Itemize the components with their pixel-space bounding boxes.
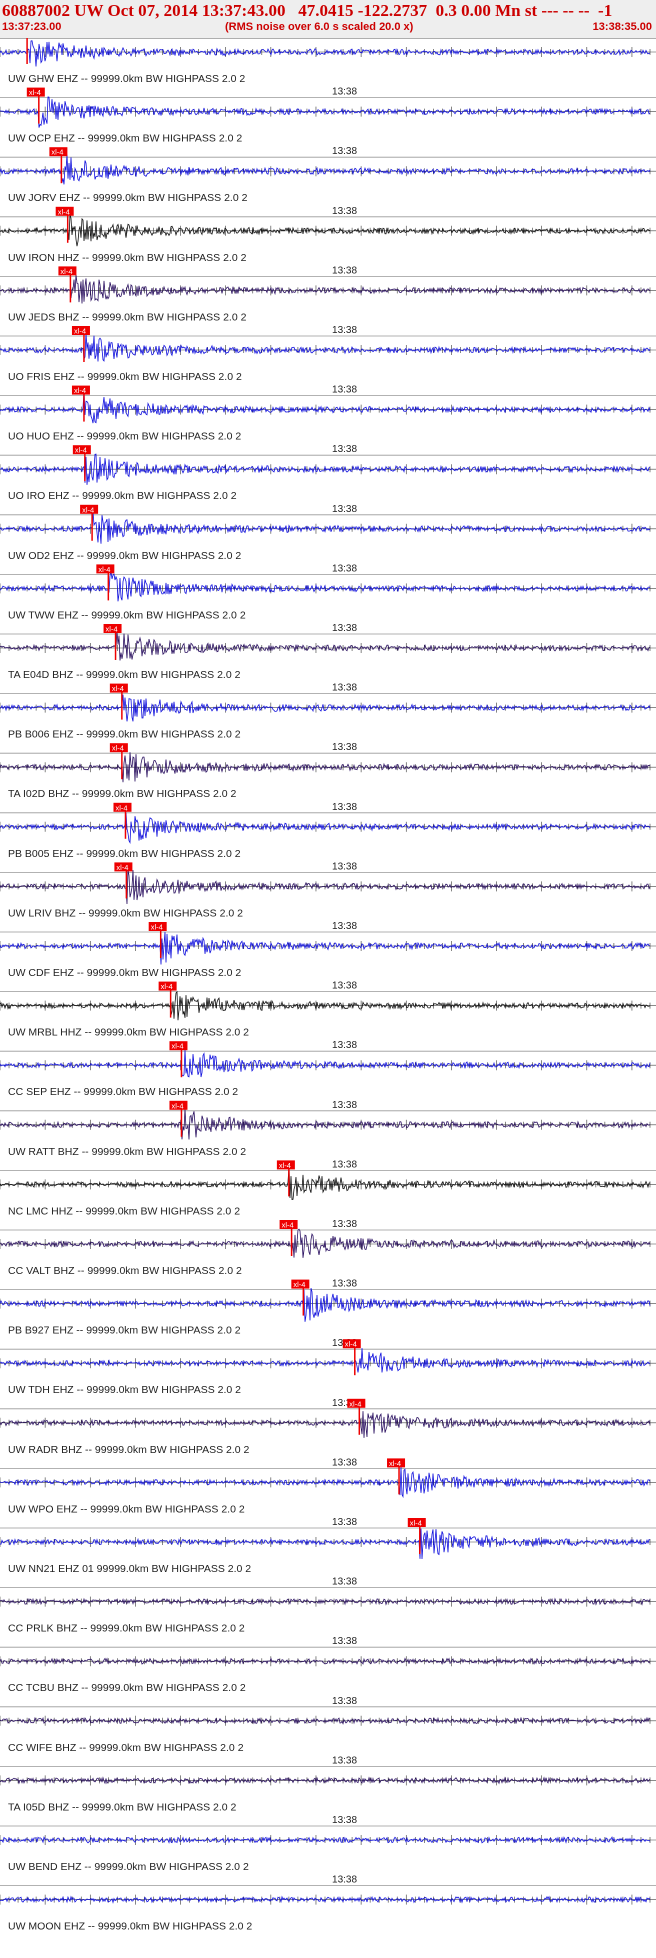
station-label: CC VALT BHZ -- 99999.0km BW HIGHPASS 2.0…: [8, 1265, 242, 1277]
minute-label: 13:38: [332, 861, 357, 872]
station-label: UW JEDS BHZ -- 99999.0km BW HIGHPASS 2.0…: [8, 311, 247, 323]
station-label: UW BEND EHZ -- 99999.0km BW HIGHPASS 2.0…: [8, 1861, 249, 1873]
minute-label: 13:38: [332, 563, 357, 574]
minute-label: 13:38: [332, 1219, 357, 1230]
pick-label: xl-4: [106, 625, 118, 634]
station-label: TA E04D BHZ -- 99999.0km BW HIGHPASS 2.0…: [8, 669, 241, 681]
pick-label: xl-4: [112, 684, 124, 693]
minute-label: 13:38: [332, 1636, 357, 1647]
minute-label: 13:38: [332, 1100, 357, 1111]
minute-label: 13:38: [332, 87, 357, 98]
station-label: CC TCBU BHZ -- 99999.0km BW HIGHPASS 2.0…: [8, 1682, 246, 1694]
pick-label: xl-4: [60, 267, 72, 276]
minute-label: 13:38: [332, 921, 357, 932]
minute-label: 13:38: [332, 623, 357, 634]
station-label: UW OD2 EHZ -- 99999.0km BW HIGHPASS 2.0 …: [8, 550, 241, 562]
station-label: UW MRBL HHZ -- 99999.0km BW HIGHPASS 2.0…: [8, 1027, 249, 1039]
pick-label: xl-4: [171, 1101, 183, 1110]
station-label: UO HUO EHZ -- 99999.0km BW HIGHPASS 2.0 …: [8, 431, 241, 443]
minute-label: 13:38: [332, 1577, 357, 1588]
minute-label: 13:38: [332, 1159, 357, 1170]
pick-label: xl-4: [161, 982, 173, 991]
waveform-trace: [0, 990, 651, 1021]
minute-label: 13:38: [332, 802, 357, 813]
minute-label: 13:38: [332, 385, 357, 396]
pick-label: xl-4: [82, 505, 94, 514]
pick-label: xl-4: [151, 923, 163, 932]
station-label: UW WPO EHZ -- 99999.0km BW HIGHPASS 2.0 …: [8, 1503, 245, 1515]
pick-label: xl-4: [75, 446, 87, 455]
pick-label: xl-4: [58, 207, 70, 216]
pick-label: xl-4: [279, 1161, 291, 1170]
waveform-trace: [0, 1228, 651, 1258]
minute-label: 13:38: [332, 146, 357, 157]
scaling-note: (RMS noise over 6.0 s scaled 20.0 x): [225, 21, 414, 33]
pick-label: xl-4: [293, 1280, 305, 1289]
station-label: UW MOON EHZ -- 99999.0km BW HIGHPASS 2.0…: [8, 1921, 252, 1933]
station-label: UW CDF EHZ -- 99999.0km BW HIGHPASS 2.0 …: [8, 967, 241, 979]
station-label: CC SEP EHZ -- 99999.0km BW HIGHPASS 2.0 …: [8, 1086, 238, 1098]
event-title: 60887002 UW Oct 07, 2014 13:37:43.00 47.…: [2, 1, 613, 20]
minute-label: 13:38: [332, 1755, 357, 1766]
minute-label: 13:38: [332, 1875, 357, 1886]
waveform-trace: [0, 1049, 651, 1078]
station-label: UW IRON HHZ -- 99999.0km BW HIGHPASS 2.0…: [8, 252, 247, 264]
minute-label: 13:38: [332, 683, 357, 694]
pick-label: xl-4: [74, 386, 86, 395]
station-label: UW RATT BHZ -- 99999.0km BW HIGHPASS 2.0…: [8, 1146, 246, 1158]
pick-label: xl-4: [345, 1340, 357, 1349]
station-label: UW OCP EHZ -- 99999.0km BW HIGHPASS 2.0 …: [8, 133, 242, 145]
station-label: UW LRIV BHZ -- 99999.0km BW HIGHPASS 2.0…: [8, 907, 243, 919]
station-label: UW RADR BHZ -- 99999.0km BW HIGHPASS 2.0…: [8, 1444, 250, 1456]
station-label: UO FRIS EHZ -- 99999.0km BW HIGHPASS 2.0…: [8, 371, 242, 383]
pick-label: xl-4: [29, 88, 41, 97]
pick-label: xl-4: [410, 1519, 422, 1528]
station-label: PB B005 EHZ -- 99999.0km BW HIGHPASS 2.0…: [8, 848, 241, 860]
pick-label: xl-4: [98, 565, 110, 574]
minute-label: 13:38: [332, 1815, 357, 1826]
station-label: PB B927 EHZ -- 99999.0km BW HIGHPASS 2.0…: [8, 1325, 241, 1337]
minute-label: 13:38: [332, 1040, 357, 1051]
station-label: CC WIFE BHZ -- 99999.0km BW HIGHPASS 2.0…: [8, 1742, 244, 1754]
pick-label: xl-4: [116, 863, 128, 872]
minute-label: 13:38: [332, 444, 357, 455]
minute-label: 13:38: [332, 1457, 357, 1468]
station-label: TA I05D BHZ -- 99999.0km BW HIGHPASS 2.0…: [8, 1801, 237, 1813]
pick-label: xl-4: [112, 744, 124, 753]
station-label: UW TWW EHZ -- 99999.0km BW HIGHPASS 2.0 …: [8, 609, 246, 621]
minute-label: 13:38: [332, 1279, 357, 1290]
station-label: UW JORV EHZ -- 99999.0km BW HIGHPASS 2.0…: [8, 192, 248, 204]
minute-label: 13:38: [332, 1696, 357, 1707]
pick-label: xl-4: [51, 148, 63, 157]
station-label: CC PRLK BHZ -- 99999.0km BW HIGHPASS 2.0…: [8, 1623, 245, 1635]
minute-label: 13:38: [332, 981, 357, 992]
minute-label: 13:38: [332, 1517, 357, 1528]
minute-label: 13:38: [332, 504, 357, 515]
station-label: UW TDH EHZ -- 99999.0km BW HIGHPASS 2.0 …: [8, 1384, 241, 1396]
plot-header: 60887002 UW Oct 07, 2014 13:37:43.00 47.…: [0, 0, 656, 39]
waveform-trace: [0, 571, 651, 602]
minute-label: 13:38: [332, 265, 357, 276]
pick-label: xl-4: [389, 1459, 401, 1468]
station-label: PB B006 EHZ -- 99999.0km BW HIGHPASS 2.0…: [8, 729, 241, 741]
minute-label: 13:38: [332, 742, 357, 753]
waveform-trace: [0, 812, 651, 845]
minute-label: 13:38: [332, 206, 357, 217]
station-label: UO IRO EHZ -- 99999.0km BW HIGHPASS 2.0 …: [8, 490, 237, 502]
pick-label: xl-4: [282, 1221, 294, 1230]
pick-label: xl-4: [115, 803, 127, 812]
minute-label: 13:38: [332, 325, 357, 336]
pick-label: xl-4: [349, 1399, 361, 1408]
station-label: TA I02D BHZ -- 99999.0km BW HIGHPASS 2.0…: [8, 788, 237, 800]
station-label: NC LMC HHZ -- 99999.0km BW HIGHPASS 2.0 …: [8, 1205, 240, 1217]
pick-label: xl-4: [74, 327, 86, 336]
end-time: 13:38:35.00: [592, 21, 652, 33]
station-label: UW NN21 EHZ 01 99999.0km BW HIGHPASS 2.0…: [8, 1563, 251, 1575]
seismogram-plot: 13:38 UW GHW EHZ -- 99999.0km BW HIGHPASS…: [0, 38, 656, 1933]
station-label: UW GHW EHZ -- 99999.0km BW HIGHPASS 2.0 …: [8, 73, 245, 85]
start-time: 13:37:23.00: [2, 21, 62, 33]
pick-label: xl-4: [171, 1042, 183, 1051]
